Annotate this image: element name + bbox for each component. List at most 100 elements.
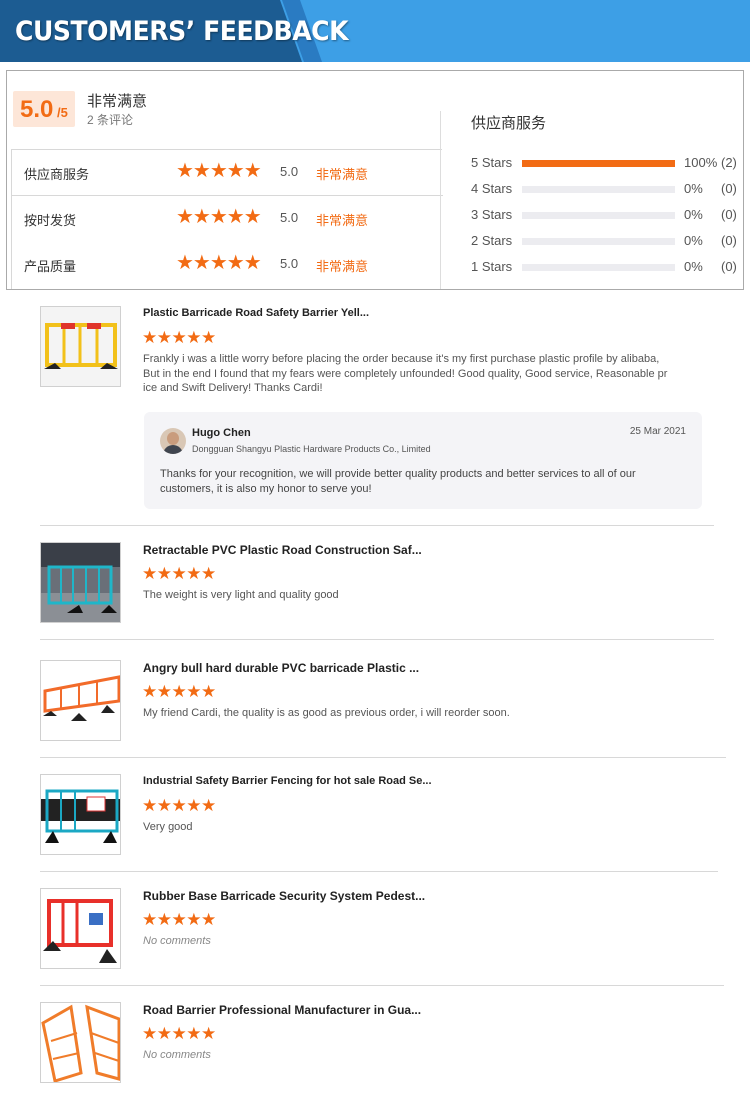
review-count[interactable]: 2 条评论 <box>87 111 133 128</box>
teal-barrier-icon <box>41 775 120 854</box>
orange-barrier-diagonal-icon <box>41 1003 120 1082</box>
overall-score-max: /5 <box>57 105 68 120</box>
distribution-count: (2) <box>721 155 737 170</box>
distribution-bar <box>522 186 675 193</box>
overall-satisfaction-label: 非常满意 <box>87 93 148 110</box>
product-thumbnail[interactable] <box>40 660 121 741</box>
banner-title: CUSTOMERS’ FEEDBACK <box>15 16 349 47</box>
star-rating-icon: ★★★★★ <box>176 206 262 228</box>
distribution-bar <box>522 238 675 245</box>
distribution-percent: 0% <box>684 233 703 248</box>
product-title-link[interactable]: Road Barrier Professional Manufacturer i… <box>143 1003 421 1017</box>
review-stars-icon: ★★★★★ <box>142 564 216 583</box>
distribution-star-label: 4 Stars <box>471 181 513 196</box>
review-divider <box>40 639 714 640</box>
distribution-row: 1 Stars 0% (0) <box>471 257 741 277</box>
product-thumbnail[interactable] <box>40 774 121 855</box>
review-comment: Frankly i was a little worry before plac… <box>143 352 673 396</box>
distribution-bar <box>522 264 675 271</box>
distribution-star-label: 2 Stars <box>471 233 513 248</box>
category-row: 供应商服务 ★★★★★ 5.0 非常满意 <box>12 150 443 194</box>
category-value: 5.0 <box>280 210 299 225</box>
reply-text-line: Thanks for your recognition, we will pro… <box>160 468 636 480</box>
star-rating-icon: ★★★★★ <box>176 252 262 274</box>
review-divider <box>40 985 724 986</box>
category-satisfaction: 非常满意 <box>316 213 369 228</box>
category-row: 产品质量 ★★★★★ 5.0 非常满意 <box>12 242 443 286</box>
overall-score: 5.0 <box>20 96 54 123</box>
reply-text-line: customers, it is also my honor to serve … <box>160 483 372 495</box>
distribution-star-label: 1 Stars <box>471 259 513 274</box>
product-title-link[interactable]: Rubber Base Barricade Security System Pe… <box>143 889 425 903</box>
review-comment-line: ice and Swift Delivery! Thanks Cardi! <box>143 382 323 394</box>
review-stars-icon: ★★★★★ <box>142 1024 216 1043</box>
distribution-count: (0) <box>721 233 737 248</box>
reply-text: Thanks for your recognition, we will pro… <box>160 467 680 497</box>
category-value: 5.0 <box>280 164 299 179</box>
distribution-count: (0) <box>721 181 737 196</box>
review-comment: The weight is very light and quality goo… <box>143 589 339 601</box>
review-divider <box>40 871 718 872</box>
product-title-link[interactable]: Angry bull hard durable PVC barricade Pl… <box>143 661 419 675</box>
feedback-banner: CUSTOMERS’ FEEDBACK <box>0 0 750 62</box>
review-comment-line: But in the end I found that my fears wer… <box>143 367 668 380</box>
category-ratings: 供应商服务 ★★★★★ 5.0 非常满意 按时发货 ★★★★★ 5.0 非常满意… <box>11 149 443 289</box>
category-satisfaction: 非常满意 <box>316 167 369 182</box>
review-divider <box>40 525 714 526</box>
distribution-percent: 0% <box>684 207 703 222</box>
product-thumbnail[interactable] <box>40 542 121 623</box>
distribution-bar <box>522 212 675 219</box>
reply-date: 25 Mar 2021 <box>629 426 686 437</box>
reply-company: Dongguan Shangyu Plastic Hardware Produc… <box>192 444 431 454</box>
overall-score-badge: 5.0 /5 <box>13 91 75 127</box>
distribution-bar <box>522 160 675 167</box>
review-comment: No comments <box>143 1049 211 1061</box>
category-row: 按时发货 ★★★★★ 5.0 非常满意 <box>12 195 443 239</box>
distribution-row: 2 Stars 0% (0) <box>471 231 741 251</box>
avatar <box>160 428 186 454</box>
product-thumbnail[interactable] <box>40 888 121 969</box>
review-comment: Very good <box>143 821 193 833</box>
distribution-percent: 0% <box>684 259 703 274</box>
summary-divider <box>440 111 441 289</box>
review-stars-icon: ★★★★★ <box>142 328 216 347</box>
reply-author-name: Hugo Chen <box>192 427 251 439</box>
review-stars-icon: ★★★★★ <box>142 910 216 929</box>
distribution-count: (0) <box>721 259 737 274</box>
category-label: 按时发货 <box>24 213 77 228</box>
distribution-star-label: 3 Stars <box>471 207 513 222</box>
review-stars-icon: ★★★★★ <box>142 796 216 815</box>
product-thumbnail[interactable] <box>40 1002 121 1083</box>
category-satisfaction: 非常满意 <box>316 259 369 274</box>
product-title-link[interactable]: Retractable PVC Plastic Road Constructio… <box>143 543 422 557</box>
product-thumbnail[interactable] <box>40 306 121 387</box>
distribution-star-label: 5 Stars <box>471 155 513 170</box>
star-rating-icon: ★★★★★ <box>176 160 262 182</box>
product-title-link[interactable]: Plastic Barricade Road Safety Barrier Ye… <box>143 307 369 319</box>
review-comment: No comments <box>143 935 211 947</box>
distribution-bar-fill <box>522 160 675 167</box>
review-stars-icon: ★★★★★ <box>142 682 216 701</box>
category-label: 供应商服务 <box>24 167 90 182</box>
distribution-percent: 0% <box>684 181 703 196</box>
distribution-title: 供应商服务 <box>471 115 547 132</box>
blue-barrier-icon <box>41 543 120 622</box>
distribution-row: 4 Stars 0% (0) <box>471 179 741 199</box>
distribution-row: 3 Stars 0% (0) <box>471 205 741 225</box>
orange-barrier-row-icon <box>41 661 120 740</box>
distribution-row: 5 Stars 100% (2) <box>471 153 741 173</box>
supplier-reply: Hugo Chen Dongguan Shangyu Plastic Hardw… <box>144 412 702 509</box>
distribution-percent: 100% <box>684 155 718 170</box>
review-divider <box>40 757 726 758</box>
distribution-count: (0) <box>721 207 737 222</box>
avatar-head <box>167 432 179 445</box>
review-comment-line: Frankly i was a little worry before plac… <box>143 353 660 365</box>
red-barrier-icon <box>41 889 120 968</box>
product-title-link[interactable]: Industrial Safety Barrier Fencing for ho… <box>143 775 432 787</box>
review-comment: My friend Cardi, the quality is as good … <box>143 707 510 719</box>
category-value: 5.0 <box>280 256 299 271</box>
category-label: 产品质量 <box>24 259 77 274</box>
yellow-barrier-icon <box>41 307 120 386</box>
avatar-body <box>163 445 183 454</box>
rating-summary: 5.0 /5 非常满意 2 条评论 供应商服务 ★★★★★ 5.0 非常满意 按… <box>6 70 744 290</box>
